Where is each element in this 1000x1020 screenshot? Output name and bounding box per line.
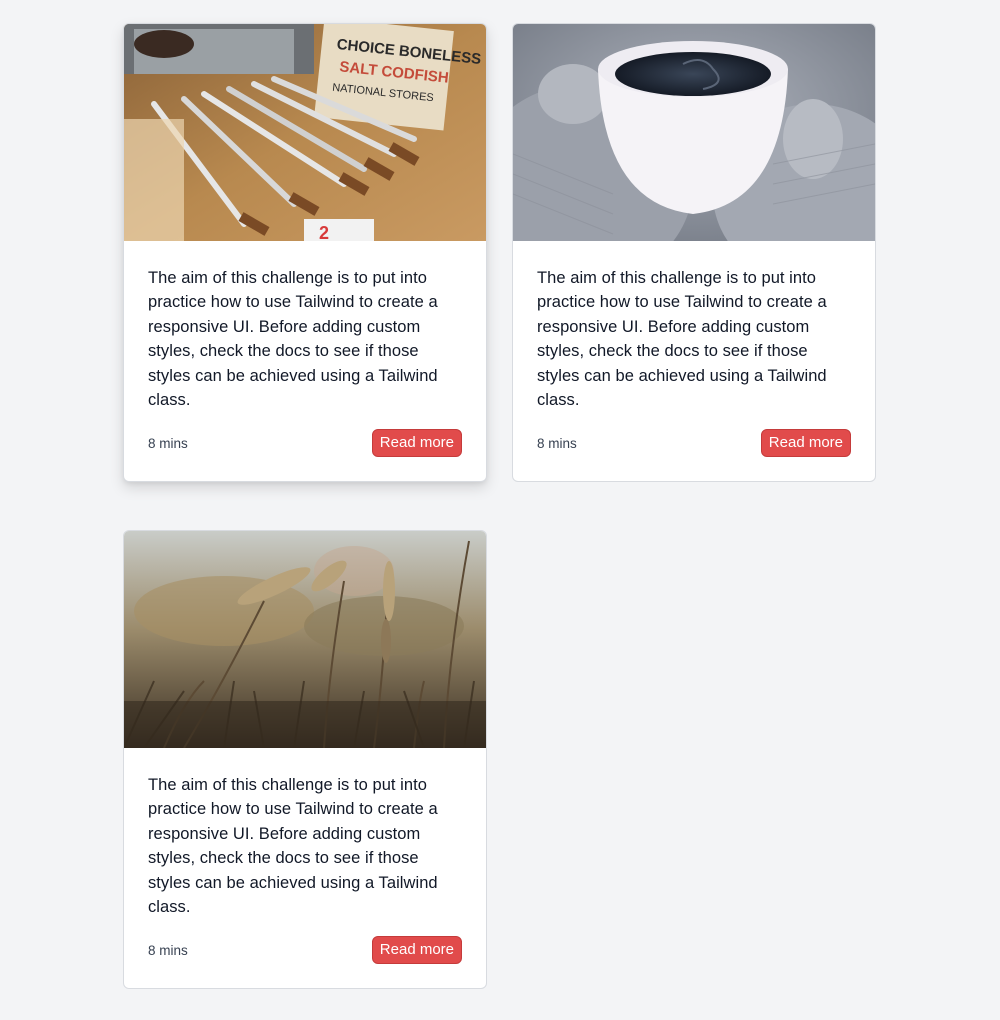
card-description: The aim of this challenge is to put into…: [148, 776, 438, 917]
read-more-button[interactable]: Read more: [371, 936, 462, 964]
read-more-button[interactable]: Read more: [760, 429, 851, 457]
article-card: CHOICE BONELESS SALT CODFISH NATIONAL ST…: [123, 23, 487, 482]
wheat-field-photo: [124, 531, 486, 748]
article-card: The aim of this challenge is to put into…: [512, 23, 876, 482]
sewing-tools-photo: CHOICE BONELESS SALT CODFISH NATIONAL ST…: [124, 24, 486, 241]
article-card: The aim of this challenge is to put into…: [123, 530, 487, 989]
card-description: The aim of this challenge is to put into…: [148, 269, 438, 410]
read-more-button[interactable]: Read more: [371, 429, 462, 457]
read-time: 8 mins: [148, 942, 188, 958]
read-time: 8 mins: [148, 435, 188, 451]
card-description: The aim of this challenge is to put into…: [537, 269, 827, 410]
svg-text:2: 2: [319, 223, 329, 241]
read-time: 8 mins: [537, 435, 577, 451]
coffee-mug-photo: [513, 24, 875, 241]
